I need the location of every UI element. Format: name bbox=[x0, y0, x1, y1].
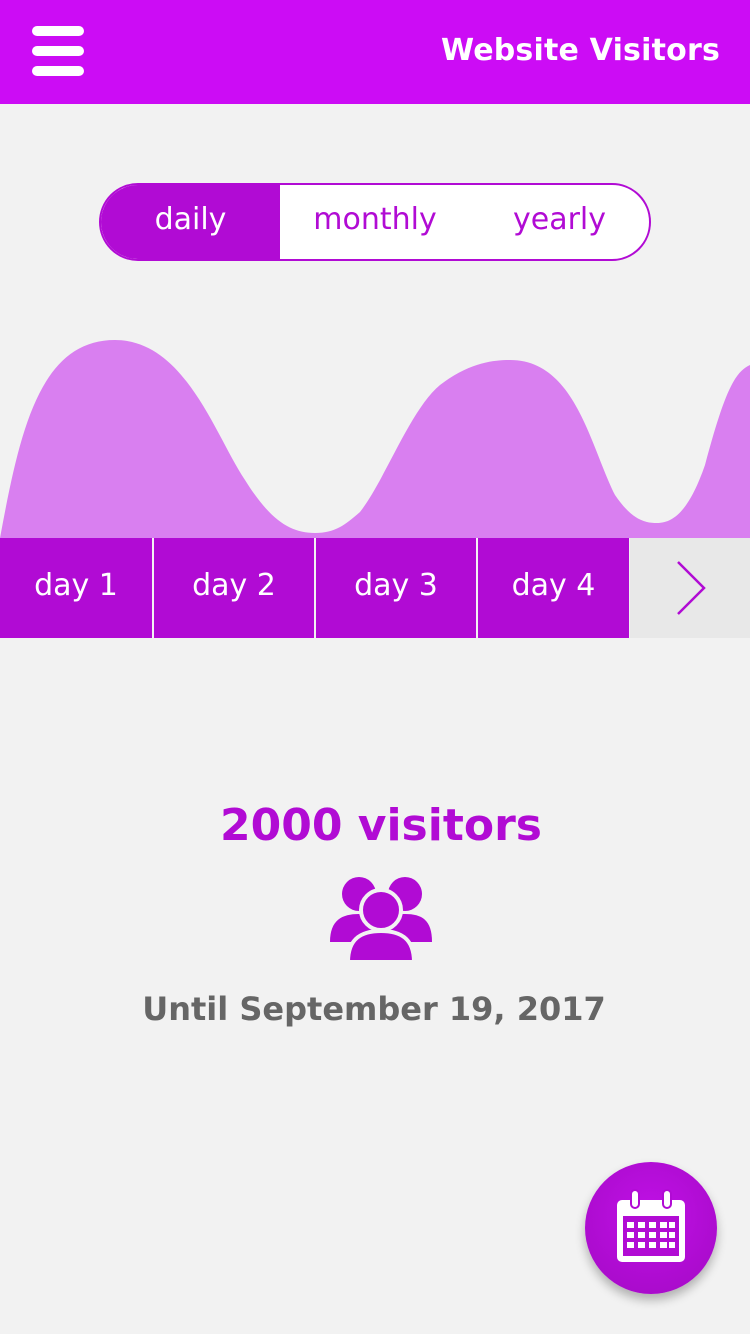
page-title: Website Visitors bbox=[440, 33, 720, 68]
tab-monthly[interactable]: monthly bbox=[280, 185, 470, 259]
hamburger-menu-icon[interactable] bbox=[32, 26, 84, 76]
period-selector: daily monthly yearly bbox=[99, 183, 651, 261]
day-tab-2[interactable]: day 2 bbox=[154, 538, 314, 638]
visitors-area-chart bbox=[0, 340, 750, 538]
day-tab-3[interactable]: day 3 bbox=[316, 538, 476, 638]
users-group-icon bbox=[330, 877, 432, 964]
visitor-count: 2000 visitors bbox=[220, 800, 542, 851]
day-tabs: day 1 day 2 day 3 day 4 bbox=[0, 538, 750, 638]
calendar-icon bbox=[617, 1189, 685, 1262]
tab-yearly[interactable]: yearly bbox=[470, 185, 649, 259]
day-tab-4[interactable]: day 4 bbox=[478, 538, 629, 638]
tab-daily[interactable]: daily bbox=[101, 185, 280, 259]
next-days-button[interactable] bbox=[630, 538, 750, 638]
until-date: Until September 19, 2017 bbox=[142, 990, 606, 1028]
calendar-button[interactable] bbox=[585, 1162, 717, 1294]
chevron-right-icon bbox=[677, 561, 706, 615]
day-tab-1[interactable]: day 1 bbox=[0, 538, 152, 638]
visitors-area bbox=[0, 340, 750, 538]
app-header: Website Visitors bbox=[0, 0, 750, 104]
